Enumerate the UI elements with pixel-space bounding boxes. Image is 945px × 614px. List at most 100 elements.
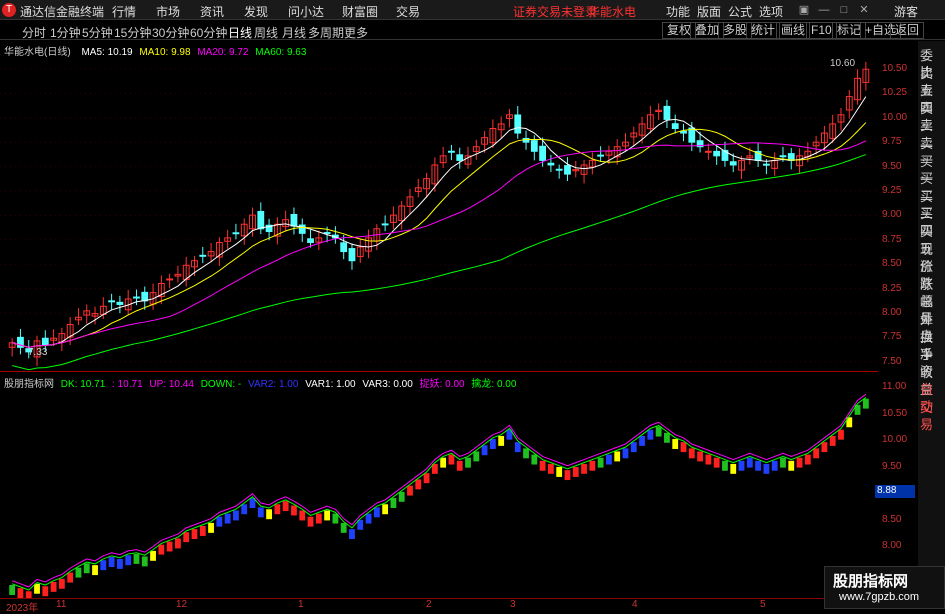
indicator-bar	[58, 578, 65, 589]
menu-item-hangqing[interactable]: 行情	[112, 3, 136, 20]
axis-tick-label: 10.00	[882, 111, 908, 123]
site-watermark: 股朋指标网 www.7gpzb.com	[824, 566, 945, 609]
minimize-icon[interactable]: —	[816, 2, 832, 18]
candle-body	[539, 145, 547, 161]
indicator-bar	[315, 513, 322, 524]
maximize-icon[interactable]: □	[836, 2, 852, 18]
menu-item-shichang[interactable]: 市场	[156, 3, 180, 20]
date-label: 12	[176, 599, 188, 610]
indicator-bar	[713, 457, 720, 468]
indicator-bar	[523, 448, 529, 459]
menu-item-caifuquan[interactable]: 财富圈	[342, 3, 378, 20]
period-weekly[interactable]: 周线	[254, 24, 278, 41]
indicator-bar	[796, 457, 803, 468]
current-price-tag: 8.88	[875, 485, 915, 498]
indicator-bar	[589, 460, 596, 471]
indicator-bar	[92, 565, 98, 576]
indicator-bar	[564, 470, 571, 481]
app-title: 通达信金融终端	[20, 5, 105, 19]
back-button[interactable]: 返回	[890, 22, 925, 39]
axis-tick-label: 10.25	[882, 87, 908, 99]
quote-panel-item[interactable]: 交易	[920, 399, 944, 433]
candle-body	[514, 114, 522, 134]
indicator-bar	[241, 504, 248, 515]
indicator-bar	[647, 429, 654, 440]
axis-tick-label: 8.50	[882, 513, 902, 525]
axis-tick-label: 9.75	[882, 136, 902, 148]
period-more[interactable]: 更多	[344, 24, 368, 41]
login-notice[interactable]: 证券交易未登录	[513, 3, 597, 20]
indicator-bar	[755, 460, 762, 471]
axis-tick-label: 9.50	[882, 460, 902, 472]
menu-item-faxian[interactable]: 发现	[244, 3, 268, 20]
indicator-bar	[862, 398, 869, 409]
indicator-bar	[382, 504, 389, 515]
candle-body	[547, 162, 555, 166]
indicator-chart[interactable]	[0, 373, 878, 598]
indicator-bar	[730, 463, 737, 474]
date-label: 5	[760, 599, 766, 610]
indicator-bar	[746, 457, 753, 468]
candle-body	[663, 105, 671, 120]
menu-item-xuanxiang[interactable]: 选项	[759, 3, 783, 20]
close-icon[interactable]: ✕	[856, 2, 872, 18]
menu-item-wenxiaoda[interactable]: 问小达	[288, 3, 324, 20]
candle-body	[232, 232, 240, 235]
candle-body	[141, 291, 149, 302]
candle-body	[555, 168, 563, 171]
indicator-bar	[606, 454, 612, 465]
app-logo-icon: T	[2, 3, 16, 17]
indicator-bar	[34, 583, 40, 594]
period-1min[interactable]: 1分钟	[50, 24, 81, 41]
menu-item-zixun[interactable]: 资讯	[200, 3, 224, 20]
indicator-bar	[597, 457, 604, 468]
guest-label[interactable]: 游客	[894, 3, 918, 20]
indicator-bar	[365, 513, 372, 524]
main-candlestick-chart[interactable]	[0, 41, 878, 371]
indicator-bar	[639, 435, 645, 446]
candle-body	[348, 248, 356, 262]
stats-button[interactable]: 统计	[746, 22, 781, 39]
indicator-bar	[390, 498, 397, 508]
indicator-bar	[738, 460, 745, 471]
indicator-bar	[514, 442, 521, 453]
menu-item-banmian[interactable]: 版面	[697, 3, 721, 20]
axis-tick-label: 11.00	[882, 381, 907, 392]
period-30min[interactable]: 30分钟	[152, 24, 189, 41]
menu-item-gongneng[interactable]: 功能	[666, 3, 690, 20]
indicator-bar	[697, 451, 703, 462]
indicator-bar	[788, 460, 795, 471]
watermark-url: www.7gpzb.com	[839, 591, 920, 603]
draw-line-button[interactable]: 画线	[776, 22, 811, 39]
indicator-bar	[804, 454, 811, 465]
menu-item-gongshi[interactable]: 公式	[728, 3, 752, 20]
pane-divider	[0, 371, 878, 372]
period-daily[interactable]: 日线	[228, 24, 252, 41]
candle-body	[456, 154, 464, 161]
indicator-bar	[233, 510, 239, 521]
period-multi[interactable]: 多周期	[308, 24, 344, 41]
period-fenshi[interactable]: 分时	[22, 24, 46, 41]
indicator-bar	[448, 454, 455, 465]
indicator-bar	[17, 588, 24, 598]
date-label: 1	[298, 599, 304, 610]
skin-icon[interactable]: ▣	[796, 2, 812, 18]
period-15min[interactable]: 15分钟	[114, 24, 151, 41]
indicator-bar	[456, 460, 463, 471]
menu-item-jiaoyi[interactable]: 交易	[396, 3, 420, 20]
candle-body	[779, 155, 787, 158]
candle-body	[108, 300, 116, 303]
candle-body	[762, 163, 770, 166]
period-bar: 分时 1分钟 5分钟 15分钟 30分钟 60分钟 日线 周线 月线 多周期 更…	[0, 21, 945, 40]
indicator-bar	[489, 439, 496, 449]
indicator-bar	[266, 509, 272, 520]
period-monthly[interactable]: 月线	[282, 24, 306, 41]
candle-body	[166, 278, 174, 281]
period-60min[interactable]: 60分钟	[190, 24, 227, 41]
indicator-bar	[257, 507, 264, 518]
period-5min[interactable]: 5分钟	[82, 24, 113, 41]
candle-body	[116, 301, 124, 305]
candle-body	[307, 238, 314, 243]
indicator-bar	[42, 586, 49, 597]
candle-body	[564, 165, 571, 175]
